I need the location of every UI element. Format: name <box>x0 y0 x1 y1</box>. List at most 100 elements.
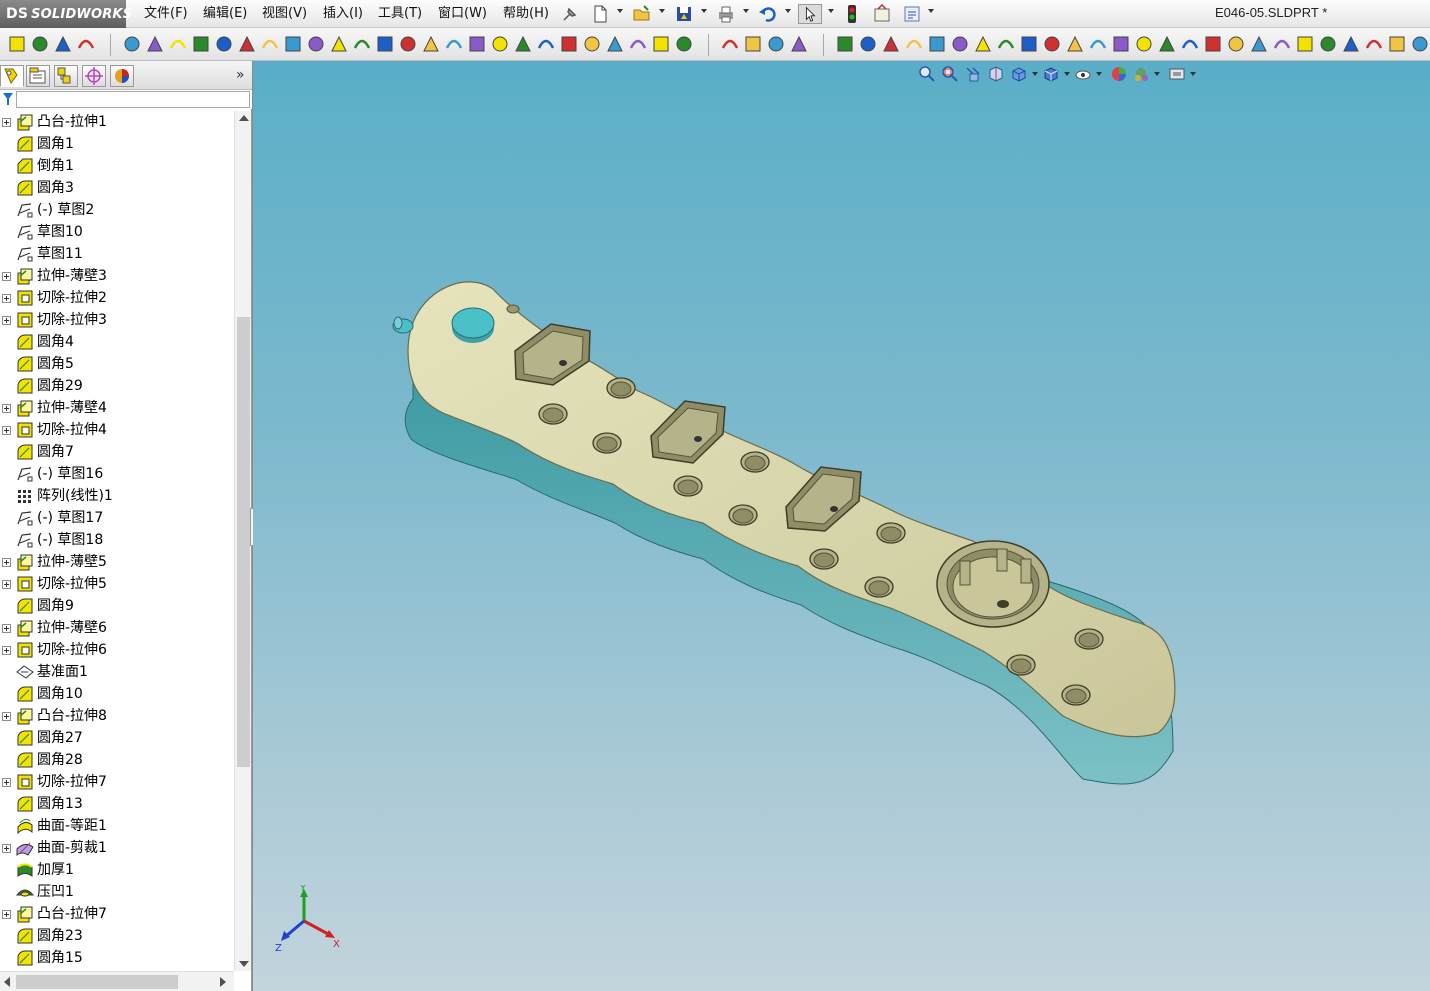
expand-plus-icon[interactable] <box>2 844 11 853</box>
expand-plus-icon[interactable] <box>2 294 11 303</box>
filter-input[interactable] <box>16 91 250 108</box>
expand-plus-icon[interactable] <box>2 712 11 721</box>
tree-item[interactable]: 拉伸-薄壁3 <box>0 265 234 287</box>
tree-item[interactable]: 圆角1 <box>0 133 234 155</box>
tree-item[interactable]: 拉伸-薄壁4 <box>0 397 234 419</box>
tree-item[interactable]: 圆角10 <box>0 683 234 705</box>
select-pointer-icon[interactable] <box>798 4 822 24</box>
tree-item[interactable]: 切除-拉伸6 <box>0 639 234 661</box>
tree-item[interactable]: 圆角27 <box>0 727 234 749</box>
expand-plus-icon[interactable] <box>2 778 11 787</box>
rebuild-icon[interactable] <box>842 4 862 24</box>
tree-item[interactable]: 曲面-等距1 <box>0 815 234 837</box>
vertical-scrollbar[interactable] <box>234 111 251 971</box>
horizontal-scrollbar[interactable] <box>0 971 234 991</box>
toolbar-command-icon[interactable] <box>561 36 577 52</box>
expand-plus-icon[interactable] <box>2 404 11 413</box>
file-properties-icon[interactable] <box>872 4 892 24</box>
toolbar-command-icon[interactable] <box>77 39 95 49</box>
expand-plus-icon[interactable] <box>2 118 11 127</box>
chevron-down-icon[interactable] <box>828 9 834 13</box>
toolbar-command-icon[interactable] <box>929 36 945 52</box>
toolbar-command-icon[interactable] <box>860 36 876 52</box>
chevron-down-icon[interactable] <box>701 9 707 13</box>
tree-item[interactable]: 拉伸-薄壁5 <box>0 551 234 573</box>
menu-file[interactable]: 文件(F) <box>144 5 188 22</box>
scrollbar-thumb[interactable] <box>237 317 250 767</box>
chevron-down-icon[interactable] <box>785 9 791 13</box>
open-folder-icon[interactable] <box>632 4 652 24</box>
toolbar-command-icon[interactable] <box>1251 35 1267 52</box>
toolbar-command-icon[interactable] <box>745 36 761 52</box>
expand-plus-icon[interactable] <box>2 646 11 655</box>
tree-item[interactable]: 曲面-剪裁1 <box>0 837 234 859</box>
tree-item[interactable]: 凸台-拉伸8 <box>0 705 234 727</box>
toolbar-command-icon[interactable] <box>1113 36 1129 52</box>
scroll-down-arrow-icon[interactable] <box>239 961 249 967</box>
chevron-down-icon[interactable] <box>659 9 665 13</box>
tree-item[interactable]: (-) 草图16 <box>0 463 234 485</box>
toolbar-command-icon[interactable] <box>353 39 371 49</box>
toolbar-command-icon[interactable] <box>1021 36 1037 52</box>
undo-icon[interactable] <box>758 4 778 24</box>
tree-item[interactable]: 压凹1 <box>0 881 234 903</box>
scroll-right-arrow-icon[interactable] <box>220 977 226 987</box>
menu-edit[interactable]: 编辑(E) <box>203 5 247 22</box>
tree-item[interactable]: (-) 草图17 <box>0 507 234 529</box>
toolbar-command-icon[interactable] <box>837 36 853 52</box>
toolbar-command-icon[interactable] <box>331 35 347 52</box>
expand-plus-icon[interactable] <box>2 624 11 633</box>
tab-configuration-manager[interactable] <box>54 65 78 87</box>
tree-item[interactable]: 切除-拉伸3 <box>0 309 234 331</box>
tree-item[interactable]: 圆角28 <box>0 749 234 771</box>
tree-item[interactable]: 切除-拉伸7 <box>0 771 234 793</box>
tree-item[interactable]: 圆角4 <box>0 331 234 353</box>
toolbar-command-icon[interactable] <box>952 36 968 52</box>
tree-item[interactable]: 拉伸-薄壁6 <box>0 617 234 639</box>
toolbar-command-icon[interactable] <box>1297 36 1313 52</box>
toolbar-command-icon[interactable] <box>124 36 140 52</box>
toolbar-command-icon[interactable] <box>584 36 600 52</box>
save-icon[interactable] <box>674 4 694 24</box>
toolbar-command-icon[interactable] <box>1343 35 1359 52</box>
tree-item[interactable]: 基准面1 <box>0 661 234 683</box>
toolbar-command-icon[interactable] <box>469 36 485 52</box>
toolbar-command-icon[interactable] <box>147 35 163 52</box>
toolbar-command-icon[interactable] <box>55 35 71 52</box>
expand-plus-icon[interactable] <box>2 910 11 919</box>
tree-item[interactable]: 圆角9 <box>0 595 234 617</box>
toolbar-command-icon[interactable] <box>997 39 1015 49</box>
chevron-down-icon[interactable] <box>743 9 749 13</box>
toolbar-command-icon[interactable] <box>721 39 739 49</box>
toolbar-command-icon[interactable] <box>629 39 647 49</box>
toolbar-command-icon[interactable] <box>515 35 531 52</box>
toolbar-command-icon[interactable] <box>975 35 991 52</box>
toolbar-command-icon[interactable] <box>216 36 232 52</box>
toolbar-command-icon[interactable] <box>653 36 669 52</box>
tree-item[interactable]: 草图10 <box>0 221 234 243</box>
toolbar-command-icon[interactable] <box>1365 39 1383 49</box>
tree-item[interactable]: 圆角23 <box>0 925 234 947</box>
toolbar-command-icon[interactable] <box>768 36 784 52</box>
tree-item[interactable]: 圆角5 <box>0 353 234 375</box>
toolbar-command-icon[interactable] <box>676 36 692 52</box>
scrollbar-thumb[interactable] <box>16 975 178 989</box>
options-icon[interactable] <box>902 4 922 24</box>
toolbar-command-icon[interactable] <box>607 35 623 52</box>
tree-item[interactable]: 凸台-拉伸7 <box>0 903 234 925</box>
expand-plus-icon[interactable] <box>2 426 11 435</box>
tree-item[interactable]: 圆角3 <box>0 177 234 199</box>
tree-item[interactable]: 圆角13 <box>0 793 234 815</box>
menu-view[interactable]: 视图(V) <box>262 5 307 22</box>
expand-plus-icon[interactable] <box>2 272 11 281</box>
toolbar-command-icon[interactable] <box>1181 39 1199 49</box>
toolbar-command-icon[interactable] <box>423 35 439 52</box>
toolbar-command-icon[interactable] <box>1412 36 1428 52</box>
toolbar-command-icon[interactable] <box>1320 36 1336 52</box>
toolbar-command-icon[interactable] <box>445 39 463 49</box>
toolbar-command-icon[interactable] <box>32 36 48 52</box>
solidworks-logo[interactable]: DS SOLIDWORKS <box>0 0 132 28</box>
tree-item[interactable]: 切除-拉伸5 <box>0 573 234 595</box>
tab-dimxpert-manager[interactable] <box>82 65 106 87</box>
power-strip-model[interactable] <box>253 61 1430 991</box>
